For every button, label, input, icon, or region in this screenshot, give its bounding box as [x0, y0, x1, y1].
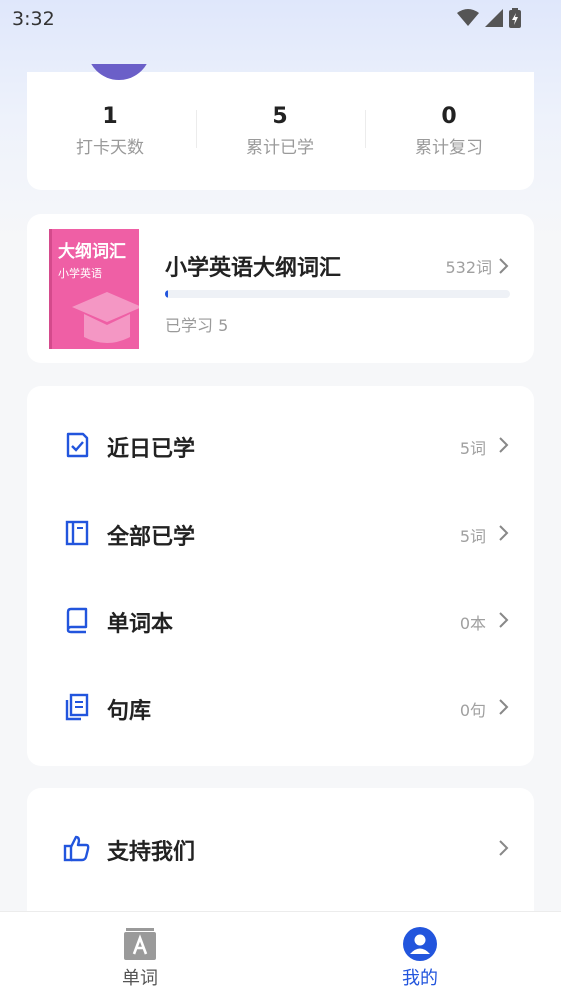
learning-progress-bar	[165, 290, 510, 298]
learning-menu: 近日已学 5词 全部已学 5词 单词本 0本 句库 0句	[27, 386, 534, 766]
avatar[interactable]	[87, 64, 151, 80]
book-learned-count: 已学习 5	[165, 316, 229, 335]
book-cover: 大纲词汇 小学英语	[49, 229, 139, 349]
stat-label: 累计复习	[415, 138, 483, 158]
chevron-right-icon	[499, 699, 509, 715]
book-title: 小学英语大纲词汇	[165, 256, 342, 281]
stat-value: 5	[272, 104, 288, 129]
battery-icon	[509, 8, 521, 28]
chevron-right-icon	[499, 437, 509, 453]
documents-icon	[65, 693, 89, 721]
menu-label: 支持我们	[107, 840, 196, 865]
menu-item-recent-learned[interactable]: 近日已学 5词	[27, 415, 534, 475]
stat-checkin-days: 1 打卡天数	[27, 104, 193, 158]
menu-label: 单词本	[107, 612, 174, 637]
chevron-right-icon	[499, 258, 509, 274]
book-icon	[66, 607, 88, 634]
tab-label: 我的	[402, 968, 438, 989]
status-bar: 3:32	[0, 0, 561, 40]
wifi-icon	[457, 9, 479, 26]
vocabulary-card-icon	[124, 928, 156, 960]
menu-count: 5词	[459, 439, 486, 458]
menu-label: 全部已学	[107, 525, 196, 550]
stat-label: 打卡天数	[76, 138, 144, 158]
chevron-right-icon	[499, 612, 509, 628]
menu-label: 句库	[107, 699, 152, 724]
menu-count: 5词	[459, 527, 486, 546]
stat-label: 累计已学	[246, 138, 314, 158]
chevron-right-icon	[499, 525, 509, 541]
graduation-cap-icon	[72, 292, 139, 343]
menu-item-wordbook[interactable]: 单词本 0本	[27, 590, 534, 650]
notebook-icon	[65, 520, 89, 546]
current-book-card[interactable]: 大纲词汇 小学英语 小学英语大纲词汇 532词 已学习 5	[27, 214, 534, 363]
menu-item-sentence-library[interactable]: 句库 0句	[27, 677, 534, 737]
cover-subtitle: 小学英语	[58, 267, 102, 280]
menu-item-support-us[interactable]: 支持我们	[27, 818, 534, 878]
tab-label: 单词	[122, 968, 158, 989]
status-icons	[457, 8, 521, 28]
stat-total-reviewed: 0 累计复习	[366, 104, 532, 158]
book-word-count: 532词	[445, 258, 492, 277]
checklist-icon	[66, 432, 89, 458]
chevron-right-icon	[499, 840, 509, 856]
tab-words[interactable]: 单词	[0, 912, 280, 1000]
menu-count: 0本	[459, 614, 486, 633]
bottom-tab-bar: 单词 我的	[0, 911, 561, 1000]
stat-value: 1	[102, 104, 118, 129]
tab-me[interactable]: 我的	[280, 912, 560, 1000]
cover-title: 大纲词汇	[58, 242, 126, 262]
stats-card: 1 打卡天数 5 累计已学 0 累计复习	[27, 64, 534, 190]
progress-fill	[165, 290, 169, 298]
menu-label: 近日已学	[107, 437, 196, 462]
menu-count: 0句	[459, 701, 486, 720]
status-time: 3:32	[12, 8, 55, 30]
menu-item-all-learned[interactable]: 全部已学 5词	[27, 503, 534, 563]
signal-icon	[485, 9, 503, 27]
stat-value: 0	[441, 104, 457, 129]
user-profile-icon	[403, 927, 437, 961]
thumbs-up-icon	[63, 835, 90, 862]
stat-total-learned: 5 累计已学	[197, 104, 363, 158]
